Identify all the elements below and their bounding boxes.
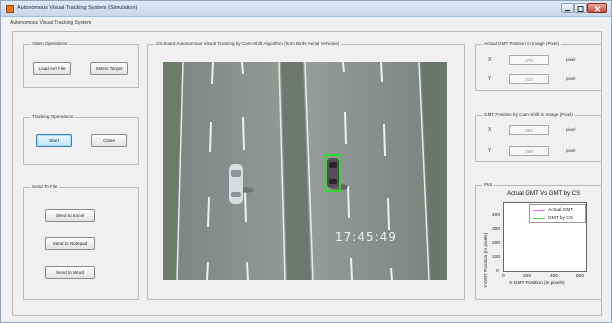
camshift-y-label: Y — [488, 148, 492, 154]
camshift-x-field[interactable]: 381 — [509, 125, 549, 135]
video-frame[interactable]: 17:45:49 — [163, 62, 447, 280]
load-avi-button[interactable]: Load AVI File — [33, 62, 71, 75]
tracking-operations-label: Tracking Operations — [30, 114, 76, 119]
y-tick-label: 0 — [496, 269, 499, 274]
send-to-file-label: Send To File — [30, 184, 60, 189]
y-axis-title: Y-GMT Position (in pixels) — [484, 232, 489, 288]
x-tick-label: 600 — [576, 274, 585, 279]
plot-title: Actual GMT Vs GMT by CS — [507, 191, 581, 197]
aerial-highway-image — [163, 62, 447, 280]
x-tick-label: 200 — [523, 274, 532, 279]
select-target-button[interactable]: Select Target — [90, 62, 128, 75]
send-to-notepad-button[interactable]: Send to Notepad — [45, 237, 95, 250]
actual-x-unit: pixel — [566, 57, 576, 62]
maximize-icon — [577, 6, 584, 12]
camshift-x-label: X — [488, 127, 492, 133]
send-to-word-button[interactable]: Send to Word — [45, 266, 95, 279]
legend-swatch-actual — [533, 210, 545, 211]
app-window: Autonomous Visual Tracking System (Simul… — [0, 0, 612, 323]
video-timestamp: 17:45:49 — [335, 230, 397, 244]
legend-item-actual: Actual GMT — [533, 207, 573, 214]
title-bar[interactable]: Autonomous Visual Tracking System (Simul… — [1, 1, 611, 17]
system-title: Autonomous Visual Tracking System — [10, 20, 92, 26]
legend-swatch-cs — [533, 218, 545, 219]
x-axis-title: X-GMT Position (in pixels) — [509, 281, 565, 286]
x-tick-label: 400 — [550, 274, 559, 279]
video-panel-label: On-board Autonomous Visual Tracking by C… — [154, 41, 342, 46]
window-title: Autonomous Visual Tracking System (Simul… — [17, 5, 138, 11]
plot-legend: Actual GMT GMT by CS — [529, 204, 586, 223]
start-button[interactable]: Start — [36, 134, 72, 147]
camshift-position-label: GMT Position by Cam-Shift in Image (Pixe… — [482, 112, 575, 117]
minimize-icon — [565, 10, 570, 12]
actual-x-label: X — [488, 57, 492, 63]
x-tick-label: 0 — [502, 274, 505, 279]
y-tick-label: 400 — [492, 213, 501, 218]
y-tick-label: 200 — [492, 241, 501, 246]
minimize-button[interactable] — [561, 3, 574, 13]
legend-item-cs: GMT by CS — [533, 215, 573, 222]
actual-position-label: Actual GMT Position in Image (Pixel) — [482, 41, 561, 46]
video-operations-label: Video Operations — [30, 41, 70, 46]
close-button[interactable]: Close — [91, 134, 127, 147]
app-icon — [6, 5, 14, 13]
send-to-excel-button[interactable]: Send to Excel — [45, 209, 95, 222]
y-tick-label: 100 — [492, 255, 501, 260]
actual-y-field[interactable]: 314 — [509, 74, 549, 84]
legend-label-cs: GMT by CS — [548, 216, 573, 221]
actual-y-unit: pixel — [566, 76, 576, 81]
camshift-y-unit: pixel — [566, 148, 576, 153]
plot-label: Plot — [482, 182, 494, 187]
actual-x-field[interactable]: 376 — [509, 55, 549, 65]
close-icon — [594, 6, 600, 12]
y-tick-label: 300 — [492, 227, 501, 232]
camshift-x-unit: pixel — [566, 127, 576, 132]
close-window-button[interactable] — [587, 3, 607, 13]
maximize-button[interactable] — [574, 3, 587, 13]
camshift-y-field[interactable]: 306 — [509, 146, 549, 156]
legend-label-actual: Actual GMT — [548, 208, 574, 213]
tracking-box — [325, 154, 341, 192]
actual-y-label: Y — [488, 76, 492, 82]
